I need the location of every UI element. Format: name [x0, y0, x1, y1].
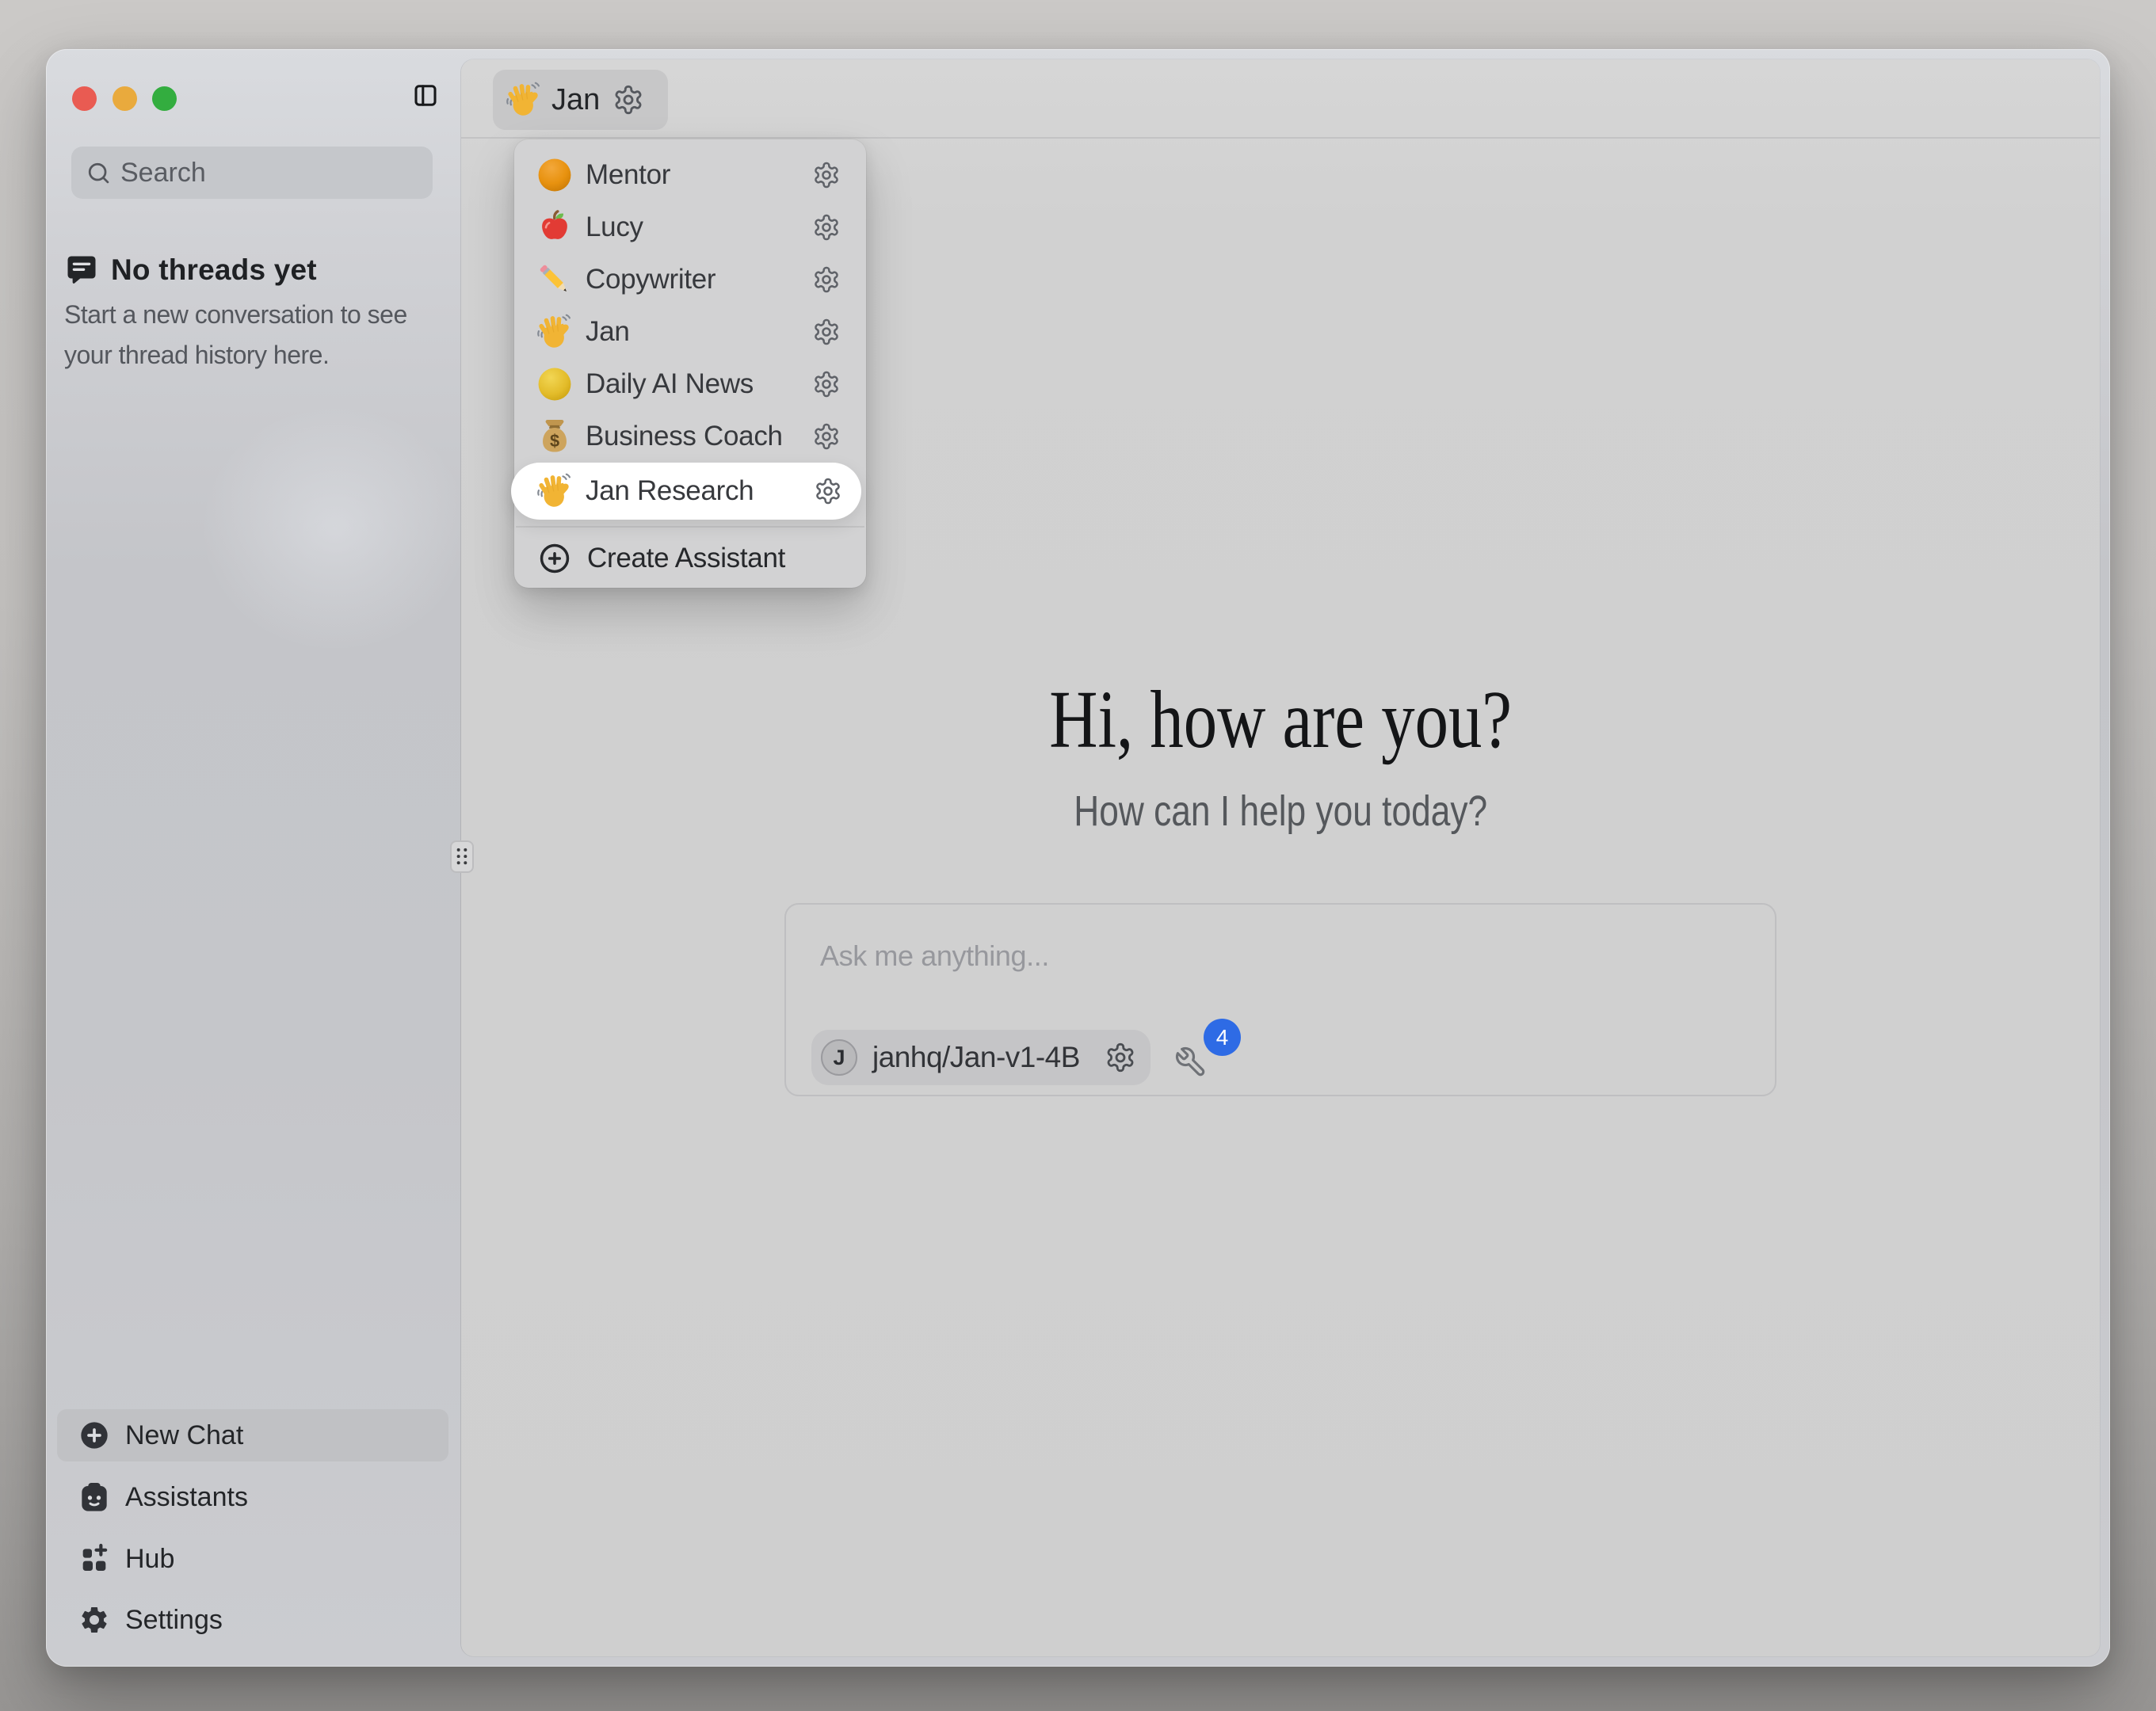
svg-text:$: $: [550, 431, 559, 451]
